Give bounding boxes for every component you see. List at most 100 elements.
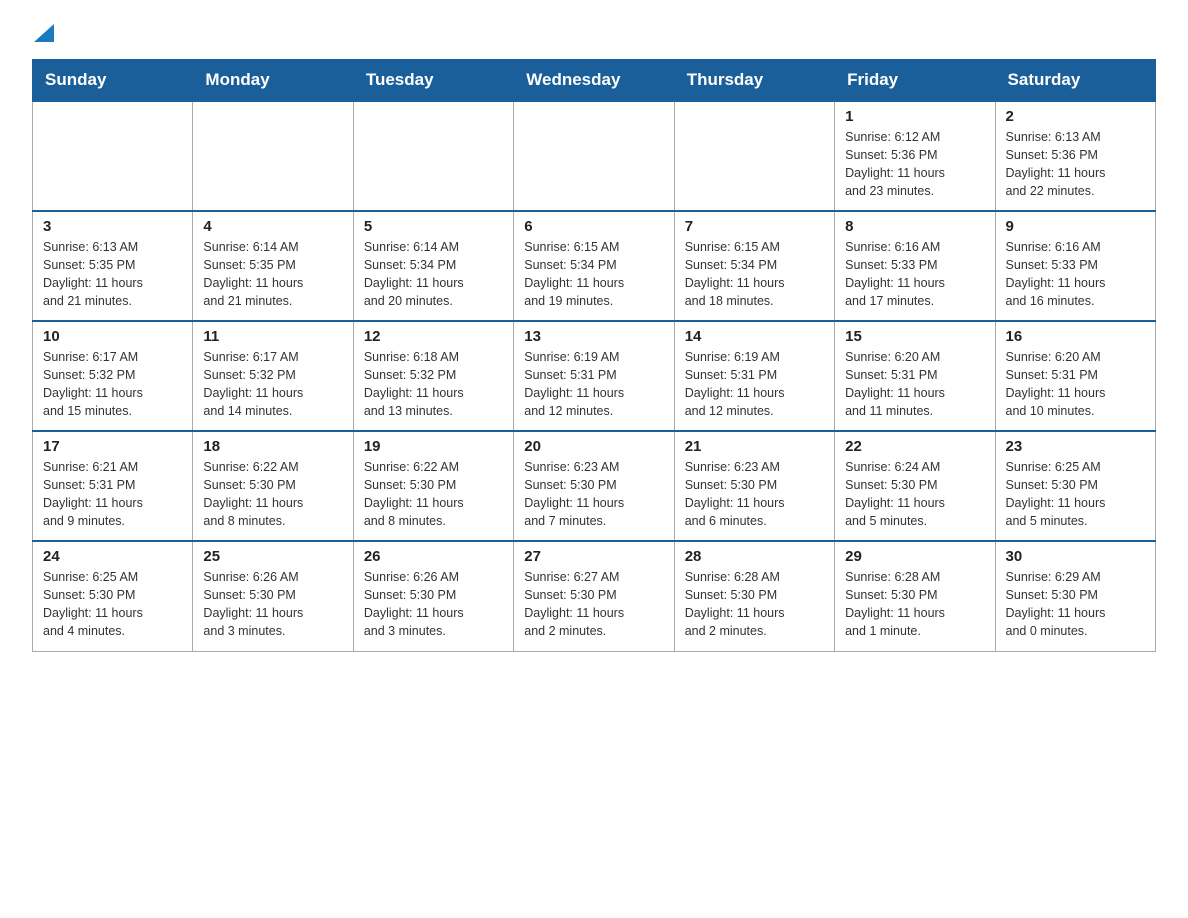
day-info: Sunrise: 6:24 AMSunset: 5:30 PMDaylight:…	[845, 458, 984, 531]
day-info: Sunrise: 6:21 AMSunset: 5:31 PMDaylight:…	[43, 458, 182, 531]
weekday-header-monday: Monday	[193, 60, 353, 102]
day-info: Sunrise: 6:22 AMSunset: 5:30 PMDaylight:…	[203, 458, 342, 531]
weekday-header-saturday: Saturday	[995, 60, 1155, 102]
day-number: 30	[1006, 548, 1145, 565]
calendar-cell: 2 Sunrise: 6:13 AMSunset: 5:36 PMDaylight…	[995, 101, 1155, 211]
calendar-table: SundayMondayTuesdayWednesdayThursdayFrid…	[32, 59, 1156, 652]
calendar-cell: 22 Sunrise: 6:24 AMSunset: 5:30 PMDayligh…	[835, 431, 995, 541]
day-number: 23	[1006, 438, 1145, 455]
day-number: 29	[845, 548, 984, 565]
calendar-cell: 19 Sunrise: 6:22 AMSunset: 5:30 PMDayligh…	[353, 431, 513, 541]
day-info: Sunrise: 6:13 AMSunset: 5:36 PMDaylight:…	[1006, 128, 1145, 201]
page-header	[32, 24, 1156, 47]
calendar-cell	[514, 101, 674, 211]
calendar-cell: 27Sunrise: 6:27 AMSunset: 5:30 PMDayligh…	[514, 541, 674, 651]
day-info: Sunrise: 6:17 AMSunset: 5:32 PMDaylight:…	[203, 348, 342, 421]
logo-arrow-icon	[34, 24, 54, 47]
day-number: 1	[845, 108, 984, 125]
day-number: 3	[43, 218, 182, 235]
week-row-2: 3 Sunrise: 6:13 AMSunset: 5:35 PMDaylight…	[33, 211, 1156, 321]
weekday-header-thursday: Thursday	[674, 60, 834, 102]
calendar-cell	[353, 101, 513, 211]
calendar-cell: 12Sunrise: 6:18 AMSunset: 5:32 PMDayligh…	[353, 321, 513, 431]
day-info: Sunrise: 6:15 AMSunset: 5:34 PMDaylight:…	[685, 238, 824, 311]
calendar-cell: 16Sunrise: 6:20 AMSunset: 5:31 PMDayligh…	[995, 321, 1155, 431]
calendar-cell: 24 Sunrise: 6:25 AMSunset: 5:30 PMDayligh…	[33, 541, 193, 651]
day-number: 14	[685, 328, 824, 345]
calendar-cell	[33, 101, 193, 211]
logo	[32, 24, 60, 47]
day-number: 17	[43, 438, 182, 455]
day-info: Sunrise: 6:23 AMSunset: 5:30 PMDaylight:…	[685, 458, 824, 531]
calendar-cell: 10 Sunrise: 6:17 AMSunset: 5:32 PMDayligh…	[33, 321, 193, 431]
week-row-4: 17 Sunrise: 6:21 AMSunset: 5:31 PMDayligh…	[33, 431, 1156, 541]
day-number: 12	[364, 328, 503, 345]
day-info: Sunrise: 6:15 AMSunset: 5:34 PMDaylight:…	[524, 238, 663, 311]
day-info: Sunrise: 6:25 AMSunset: 5:30 PMDaylight:…	[1006, 458, 1145, 531]
week-row-5: 24 Sunrise: 6:25 AMSunset: 5:30 PMDayligh…	[33, 541, 1156, 651]
day-number: 13	[524, 328, 663, 345]
day-info: Sunrise: 6:12 AMSunset: 5:36 PMDaylight:…	[845, 128, 984, 201]
calendar-cell: 18 Sunrise: 6:22 AMSunset: 5:30 PMDayligh…	[193, 431, 353, 541]
day-number: 22	[845, 438, 984, 455]
calendar-cell: 26Sunrise: 6:26 AMSunset: 5:30 PMDayligh…	[353, 541, 513, 651]
weekday-header-sunday: Sunday	[33, 60, 193, 102]
day-info: Sunrise: 6:16 AMSunset: 5:33 PMDaylight:…	[845, 238, 984, 311]
day-number: 20	[524, 438, 663, 455]
day-info: Sunrise: 6:13 AMSunset: 5:35 PMDaylight:…	[43, 238, 182, 311]
calendar-cell: 13 Sunrise: 6:19 AMSunset: 5:31 PMDayligh…	[514, 321, 674, 431]
day-info: Sunrise: 6:28 AMSunset: 5:30 PMDaylight:…	[685, 568, 824, 641]
calendar-cell	[674, 101, 834, 211]
calendar-cell: 30 Sunrise: 6:29 AMSunset: 5:30 PMDayligh…	[995, 541, 1155, 651]
day-number: 18	[203, 438, 342, 455]
day-number: 4	[203, 218, 342, 235]
calendar-cell: 14 Sunrise: 6:19 AMSunset: 5:31 PMDayligh…	[674, 321, 834, 431]
day-info: Sunrise: 6:29 AMSunset: 5:30 PMDaylight:…	[1006, 568, 1145, 641]
calendar-cell: 9 Sunrise: 6:16 AMSunset: 5:33 PMDaylight…	[995, 211, 1155, 321]
day-info: Sunrise: 6:19 AMSunset: 5:31 PMDaylight:…	[524, 348, 663, 421]
day-info: Sunrise: 6:14 AMSunset: 5:34 PMDaylight:…	[364, 238, 503, 311]
calendar-cell: 25 Sunrise: 6:26 AMSunset: 5:30 PMDayligh…	[193, 541, 353, 651]
calendar-cell: 7 Sunrise: 6:15 AMSunset: 5:34 PMDaylight…	[674, 211, 834, 321]
day-number: 6	[524, 218, 663, 235]
week-row-1: 1 Sunrise: 6:12 AMSunset: 5:36 PMDaylight…	[33, 101, 1156, 211]
day-info: Sunrise: 6:16 AMSunset: 5:33 PMDaylight:…	[1006, 238, 1145, 311]
day-info: Sunrise: 6:14 AMSunset: 5:35 PMDaylight:…	[203, 238, 342, 311]
day-info: Sunrise: 6:20 AMSunset: 5:31 PMDaylight:…	[845, 348, 984, 421]
day-info: Sunrise: 6:19 AMSunset: 5:31 PMDaylight:…	[685, 348, 824, 421]
day-info: Sunrise: 6:26 AMSunset: 5:30 PMDaylight:…	[203, 568, 342, 641]
calendar-cell: 15 Sunrise: 6:20 AMSunset: 5:31 PMDayligh…	[835, 321, 995, 431]
day-number: 27	[524, 548, 663, 565]
day-info: Sunrise: 6:17 AMSunset: 5:32 PMDaylight:…	[43, 348, 182, 421]
day-info: Sunrise: 6:26 AMSunset: 5:30 PMDaylight:…	[364, 568, 503, 641]
day-info: Sunrise: 6:25 AMSunset: 5:30 PMDaylight:…	[43, 568, 182, 641]
calendar-cell: 17 Sunrise: 6:21 AMSunset: 5:31 PMDayligh…	[33, 431, 193, 541]
day-info: Sunrise: 6:22 AMSunset: 5:30 PMDaylight:…	[364, 458, 503, 531]
day-number: 28	[685, 548, 824, 565]
day-number: 9	[1006, 218, 1145, 235]
calendar-cell: 29 Sunrise: 6:28 AMSunset: 5:30 PMDayligh…	[835, 541, 995, 651]
day-number: 25	[203, 548, 342, 565]
calendar-cell: 20 Sunrise: 6:23 AMSunset: 5:30 PMDayligh…	[514, 431, 674, 541]
weekday-header-row: SundayMondayTuesdayWednesdayThursdayFrid…	[33, 60, 1156, 102]
day-number: 15	[845, 328, 984, 345]
weekday-header-tuesday: Tuesday	[353, 60, 513, 102]
day-info: Sunrise: 6:28 AMSunset: 5:30 PMDaylight:…	[845, 568, 984, 641]
calendar-cell: 8Sunrise: 6:16 AMSunset: 5:33 PMDaylight…	[835, 211, 995, 321]
day-info: Sunrise: 6:20 AMSunset: 5:31 PMDaylight:…	[1006, 348, 1145, 421]
calendar-cell: 1 Sunrise: 6:12 AMSunset: 5:36 PMDaylight…	[835, 101, 995, 211]
day-number: 10	[43, 328, 182, 345]
weekday-header-friday: Friday	[835, 60, 995, 102]
day-number: 11	[203, 328, 342, 345]
calendar-cell: 11 Sunrise: 6:17 AMSunset: 5:32 PMDayligh…	[193, 321, 353, 431]
day-number: 19	[364, 438, 503, 455]
calendar-cell: 5 Sunrise: 6:14 AMSunset: 5:34 PMDaylight…	[353, 211, 513, 321]
week-row-3: 10 Sunrise: 6:17 AMSunset: 5:32 PMDayligh…	[33, 321, 1156, 431]
day-number: 2	[1006, 108, 1145, 125]
weekday-header-wednesday: Wednesday	[514, 60, 674, 102]
day-number: 7	[685, 218, 824, 235]
day-number: 24	[43, 548, 182, 565]
day-number: 5	[364, 218, 503, 235]
day-number: 21	[685, 438, 824, 455]
day-info: Sunrise: 6:23 AMSunset: 5:30 PMDaylight:…	[524, 458, 663, 531]
